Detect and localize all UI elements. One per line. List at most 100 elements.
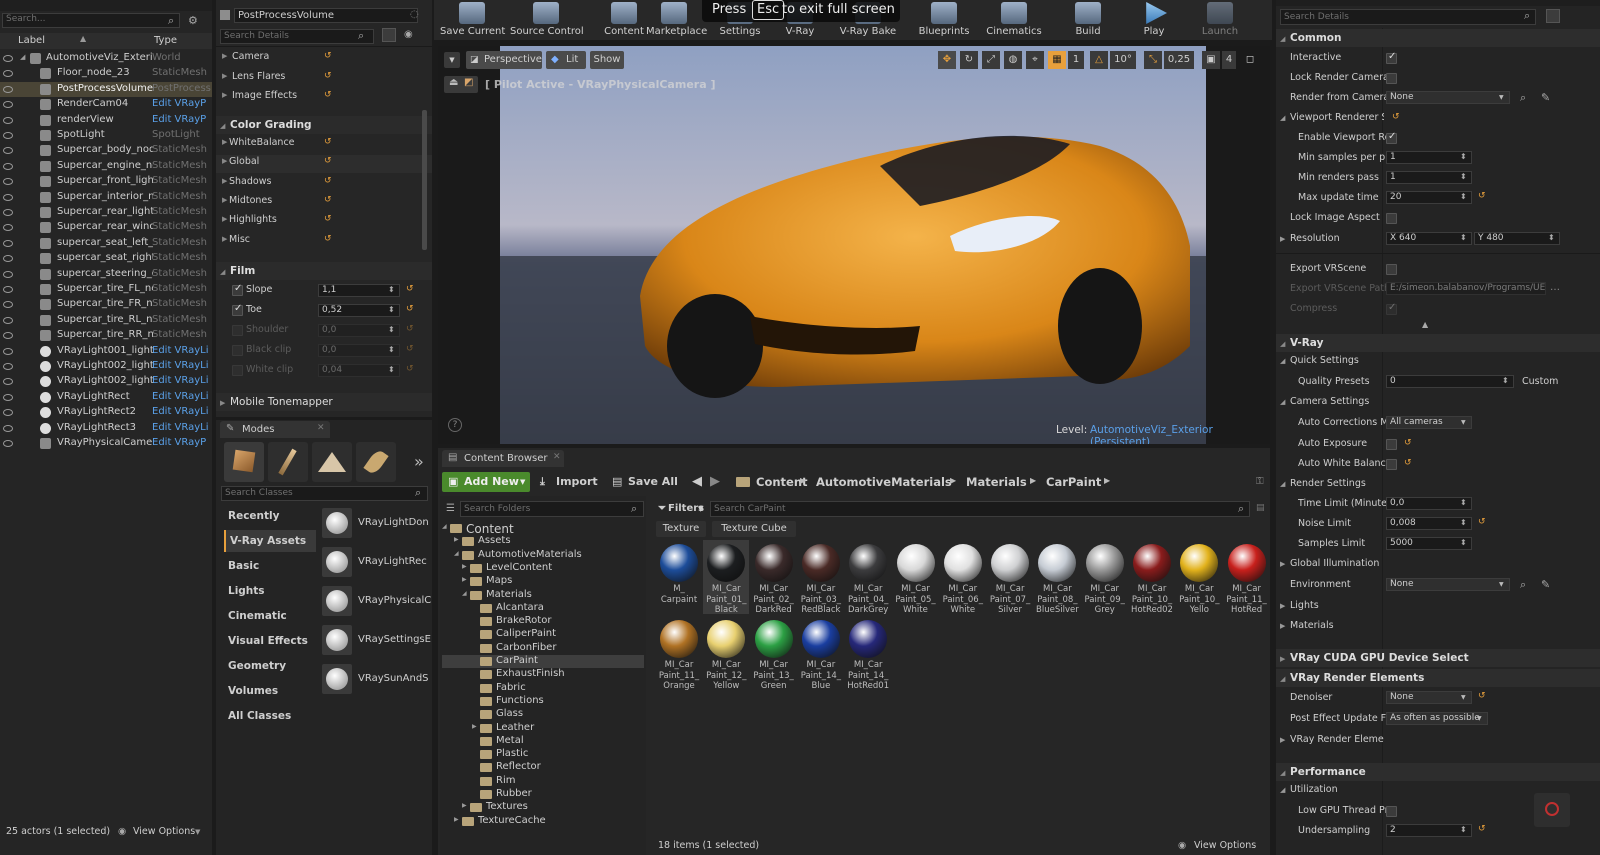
color-grading-row[interactable]: ▶ Shadows ↺ xyxy=(216,175,432,193)
reset-icon[interactable]: ↺ xyxy=(406,304,414,314)
breadcrumb-chevron-icon[interactable]: ▶ xyxy=(1104,476,1110,485)
grid-snap-icon[interactable]: ▦ xyxy=(1048,51,1066,69)
reset-icon[interactable]: ↺ xyxy=(324,156,332,166)
visibility-eye-icon[interactable] xyxy=(3,440,13,447)
placeable-asset[interactable]: VRayPhysicalC xyxy=(320,584,431,620)
search-folders-input[interactable]: Search Folders xyxy=(460,501,644,517)
mode-tool-landscape[interactable] xyxy=(312,442,352,482)
outliner-row[interactable]: Supercar_front_lights StaticMesh xyxy=(0,174,212,189)
chevron-down-icon[interactable]: ◢ xyxy=(442,523,447,530)
post-effect-select[interactable]: As often as possible xyxy=(1386,712,1488,725)
object-name-field[interactable]: PostProcessVolume xyxy=(234,8,418,23)
render-elements-section[interactable]: ◢ VRay Render Elements xyxy=(1276,669,1600,687)
folder-tree-item[interactable]: Functions xyxy=(442,695,644,708)
actor-type[interactable]: Edit VRayP xyxy=(152,114,212,125)
content-browser-tab[interactable]: ▤ Content Browser ✕ xyxy=(442,450,564,467)
sources-toggle-icon[interactable]: ☰ xyxy=(446,503,455,514)
chevron-right-icon[interactable]: ▶ xyxy=(454,816,459,823)
toolbar-button-play[interactable]: Play xyxy=(1126,0,1182,38)
outliner-row[interactable]: renderView Edit VRayP xyxy=(0,113,212,128)
performance-section[interactable]: ◢ Performance xyxy=(1276,763,1600,781)
picker-icon[interactable]: ✎ xyxy=(1541,578,1550,591)
breadcrumb-segment[interactable]: AutomotiveMaterials xyxy=(816,475,952,489)
outliner-row[interactable]: supercar_seat_left_n StaticMesh xyxy=(0,236,212,251)
details-search-input[interactable]: Search Details xyxy=(1280,9,1536,25)
close-icon[interactable]: ✕ xyxy=(553,452,561,462)
visibility-eye-icon[interactable] xyxy=(3,332,13,340)
actor-type[interactable]: Edit VRayLi xyxy=(152,406,212,417)
folder-tree-item[interactable]: Rim xyxy=(442,775,644,788)
forward-arrow-icon[interactable]: ▶ xyxy=(710,474,720,489)
mode-category[interactable]: Recently Placed xyxy=(224,505,316,544)
reset-icon[interactable]: ↺ xyxy=(324,234,332,244)
spin-icon[interactable]: ⬍ xyxy=(1460,192,1467,201)
environment-select[interactable]: None xyxy=(1386,578,1510,591)
interactive-checkbox[interactable] xyxy=(1386,51,1397,64)
override-checkbox[interactable] xyxy=(232,303,243,316)
outliner-row[interactable]: Supercar_body_node StaticMesh xyxy=(0,143,212,158)
spin-icon[interactable]: ⬍ xyxy=(388,285,395,294)
resolution-group[interactable]: ▶ Resolution xyxy=(1278,233,1378,247)
filter-chip-texture-cube[interactable]: Texture Cube xyxy=(712,521,796,537)
modes-tab[interactable]: ✎ Modes ✕ xyxy=(220,421,330,438)
translate-icon[interactable]: ✥ xyxy=(938,51,956,69)
view-options-button[interactable]: View Options xyxy=(1194,840,1256,851)
folder-tree-item[interactable]: BrakeRotor xyxy=(442,615,644,628)
reset-icon[interactable]: ↺ xyxy=(1478,191,1486,201)
breadcrumb-chevron-icon[interactable]: ▶ xyxy=(1030,476,1036,485)
asset-tile[interactable]: MI_Car Paint_09_ Grey xyxy=(1082,540,1128,615)
pilot-eject-button[interactable]: ⏏ ◩ xyxy=(444,76,478,93)
details-category-row[interactable]: ▶ Lens Flares ↺ xyxy=(216,70,432,88)
reset-icon[interactable]: ↺ xyxy=(324,71,332,81)
reset-icon[interactable]: ↺ xyxy=(406,344,414,354)
reset-icon[interactable]: ↺ xyxy=(324,51,332,61)
column-type[interactable]: Type xyxy=(154,35,177,46)
folder-tree-item[interactable]: CarPaint xyxy=(442,655,644,668)
outliner-row[interactable]: VRayLight001_light_ Edit VRayLi xyxy=(0,344,212,359)
override-checkbox[interactable] xyxy=(232,365,243,376)
chevron-down-icon[interactable]: ◢ xyxy=(454,550,459,557)
visibility-eye-icon[interactable] xyxy=(3,224,13,232)
add-new-button[interactable]: ▣ Add New ▼ xyxy=(442,472,530,492)
auto-corrections-select[interactable]: All cameras xyxy=(1386,416,1472,429)
reset-icon[interactable]: ↺ xyxy=(1392,112,1400,122)
folder-tree-item[interactable]: Rubber xyxy=(442,788,644,801)
spin-icon[interactable]: ⬍ xyxy=(388,325,395,334)
camera-speed-value[interactable]: 4 xyxy=(1222,51,1236,69)
asset-tile[interactable]: M_ Carpaint xyxy=(656,540,702,614)
chevron-right-icon[interactable]: ▶ xyxy=(462,802,467,809)
spin-icon[interactable]: ⬍ xyxy=(1460,172,1467,181)
visibility-eye-icon[interactable] xyxy=(3,286,13,293)
visibility-eye-icon[interactable] xyxy=(3,101,13,109)
low-gpu-checkbox[interactable] xyxy=(1386,806,1397,817)
export-vrscene-checkbox[interactable] xyxy=(1386,264,1397,275)
scale-snap-icon[interactable]: ⤡ xyxy=(1144,51,1162,69)
details-category-row[interactable]: ▶ Image Effects ↺ xyxy=(216,89,432,107)
lock-aspect-checkbox[interactable] xyxy=(1386,213,1397,224)
color-grading-section[interactable]: ◢ Color Grading xyxy=(216,116,432,134)
toolbar-button-marketplace[interactable]: Marketplace xyxy=(646,0,707,38)
outliner-search-input[interactable]: Search... xyxy=(2,13,180,28)
actor-type[interactable]: Edit VRayLi xyxy=(152,345,212,356)
outliner-row[interactable]: Floor_node_23 StaticMesh xyxy=(0,66,212,81)
auto-white-balance-checkbox[interactable] xyxy=(1386,459,1397,470)
override-checkbox[interactable] xyxy=(232,283,243,296)
lights-group[interactable]: ▶ Lights xyxy=(1278,600,1378,614)
filter-chip-texture[interactable]: Texture xyxy=(656,521,706,537)
back-arrow-icon[interactable]: ◀ xyxy=(692,474,702,489)
reset-icon[interactable]: ↺ xyxy=(406,364,414,374)
enable-viewport-checkbox[interactable] xyxy=(1386,131,1397,144)
picker-icon[interactable]: ✎ xyxy=(1541,91,1550,104)
reset-icon[interactable]: ↺ xyxy=(1404,458,1412,468)
outliner-row[interactable]: VRayLightRect2 Edit VRayLi xyxy=(0,405,212,420)
actor-type[interactable]: Edit VRayLi xyxy=(152,375,212,386)
scale-value[interactable]: 0,25 xyxy=(1164,51,1194,69)
spin-icon[interactable]: ⬍ xyxy=(1460,825,1467,834)
camera-speed-icon[interactable]: ▣ xyxy=(1202,51,1220,69)
folder-tree-item[interactable]: ◢ AutomotiveMaterials xyxy=(442,549,644,562)
breadcrumb-segment[interactable]: Materials xyxy=(966,475,1027,489)
save-all-button[interactable]: ▤ Save All xyxy=(610,472,680,492)
lock-icon[interactable]: ◌ xyxy=(410,9,419,20)
outliner-row[interactable]: supercar_seat_right_i StaticMesh xyxy=(0,251,212,266)
globe-icon[interactable]: ◍ xyxy=(1004,51,1022,69)
